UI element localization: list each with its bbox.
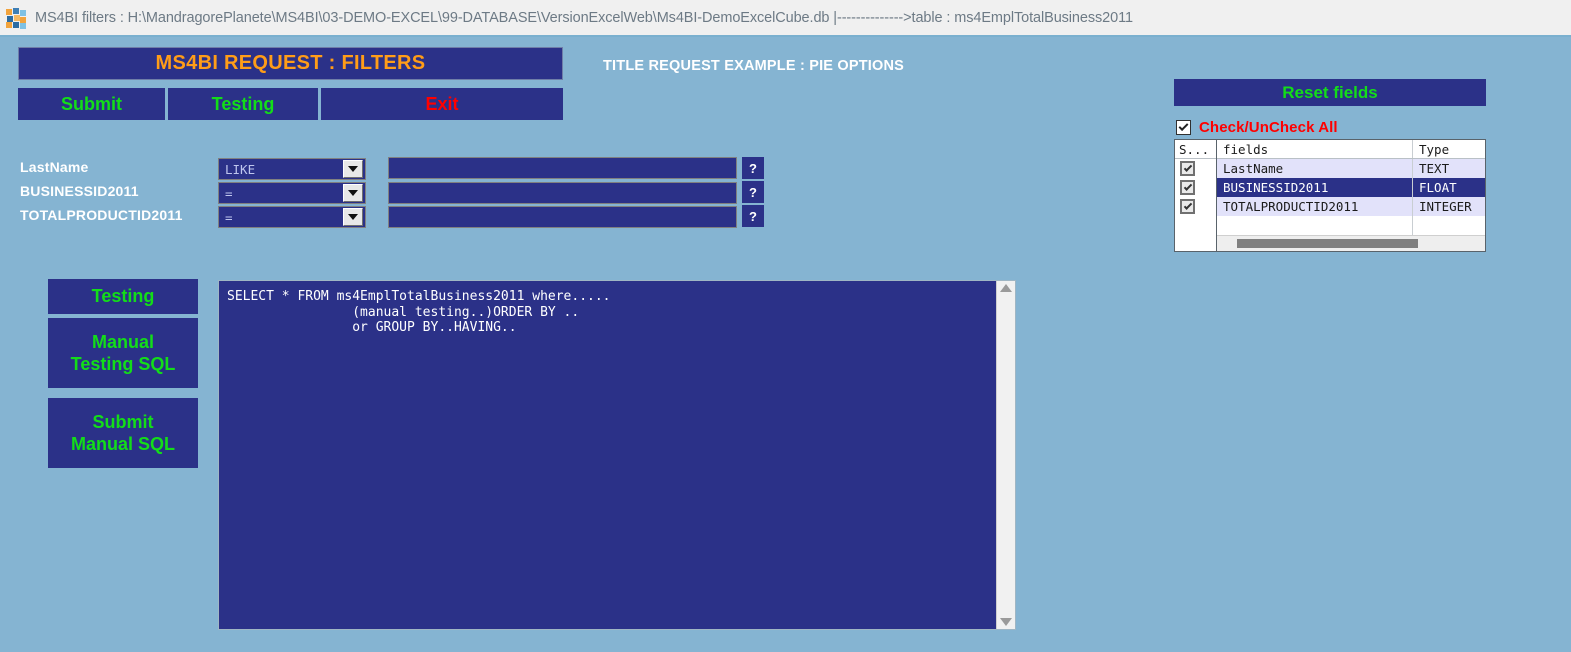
field-type-cell-empty: [1413, 216, 1485, 235]
app-mosaic-icon: [6, 7, 26, 29]
field-name-cell: LastName: [1217, 159, 1413, 178]
table-row-empty: [1217, 216, 1485, 235]
side-button-line1: Submit: [92, 411, 154, 432]
testing-button[interactable]: Testing: [168, 88, 321, 120]
filter-label-totalproductid2011: TOTALPRODUCTID2011: [20, 207, 183, 223]
filter-label-businessid2011: BUSINESSID2011: [20, 183, 139, 199]
field-type-cell: INTEGER: [1419, 199, 1472, 214]
field-name-cell-empty: [1217, 216, 1413, 235]
chevron-down-icon[interactable]: [343, 160, 363, 178]
page-title-banner: MS4BI REQUEST : FILTERS: [18, 47, 563, 80]
fields-grid-header-row: fields Type: [1217, 140, 1485, 159]
scrollbar-thumb[interactable]: [1237, 239, 1419, 248]
chevron-down-icon[interactable]: [343, 208, 363, 226]
sql-textarea[interactable]: SELECT * FROM ms4EmplTotalBusiness2011 w…: [219, 281, 996, 629]
operator-select-businessid2011[interactable]: =: [218, 182, 366, 204]
top-button-row: Submit Testing Exit: [18, 88, 563, 120]
field-name-cell: TOTALPRODUCTID2011: [1217, 197, 1413, 216]
operator-select-lastname[interactable]: LIKE: [218, 158, 366, 180]
row-checkbox[interactable]: [1180, 161, 1195, 176]
row-checkbox[interactable]: [1180, 180, 1195, 195]
fields-grid-select-column: S...: [1175, 140, 1217, 251]
side-button-line2: Manual SQL: [70, 434, 175, 454]
exit-button[interactable]: Exit: [321, 88, 563, 120]
fields-grid-horizontal-scrollbar[interactable]: [1217, 235, 1485, 251]
testing-side-button[interactable]: Testing: [48, 279, 198, 314]
help-button-lastname[interactable]: ?: [742, 157, 764, 179]
submit-manual-sql-button[interactable]: Submit Manual SQL: [48, 398, 198, 468]
table-row[interactable]: TOTALPRODUCTID2011 INTEGER: [1217, 197, 1485, 216]
request-title-label: TITLE REQUEST EXAMPLE : PIE OPTIONS: [603, 58, 905, 74]
check-uncheck-all-label: Check/UnCheck All: [1199, 119, 1338, 136]
help-button-businessid2011[interactable]: ?: [742, 181, 764, 203]
scroll-up-icon[interactable]: [1000, 284, 1012, 292]
fields-grid-row-checkbox-cell[interactable]: [1175, 159, 1216, 178]
fields-grid-row-checkbox-cell[interactable]: [1175, 178, 1216, 197]
window-title-bar: MS4BI filters : H:\MandragorePlanete\MS4…: [0, 0, 1571, 37]
filter-label-lastname: LastName: [20, 159, 89, 175]
field-type-cell: FLOAT: [1419, 180, 1457, 195]
operator-select-value: LIKE: [225, 161, 256, 177]
chevron-down-icon[interactable]: [343, 184, 363, 202]
fields-grid: S... fields Type LastName TEXT BUSINESSI…: [1174, 139, 1486, 252]
fields-grid-body: fields Type LastName TEXT BUSINESSID2011…: [1217, 140, 1485, 251]
fields-grid-row-checkbox-cell[interactable]: [1175, 197, 1216, 216]
side-button-line1: Testing: [91, 286, 155, 307]
filter-value-input-totalproductid2011[interactable]: [388, 206, 737, 228]
fields-grid-field-header: fields: [1217, 140, 1413, 158]
submit-button[interactable]: Submit: [18, 88, 168, 120]
sql-editor-panel: SELECT * FROM ms4EmplTotalBusiness2011 w…: [218, 280, 1016, 630]
field-name-cell: BUSINESSID2011: [1217, 178, 1413, 197]
reset-fields-button[interactable]: Reset fields: [1174, 79, 1486, 106]
operator-select-value: =: [225, 185, 233, 201]
table-row[interactable]: BUSINESSID2011 FLOAT: [1217, 178, 1485, 197]
filter-value-input-lastname[interactable]: [388, 157, 737, 179]
field-type-cell: TEXT: [1419, 161, 1450, 176]
filter-value-input-businessid2011[interactable]: [388, 182, 737, 204]
scroll-down-icon[interactable]: [1000, 618, 1012, 626]
side-button-line2: Testing SQL: [70, 354, 176, 374]
check-uncheck-all-row[interactable]: Check/UnCheck All: [1176, 119, 1338, 136]
operator-select-totalproductid2011[interactable]: =: [218, 206, 366, 228]
check-uncheck-all-checkbox[interactable]: [1176, 120, 1191, 135]
table-row[interactable]: LastName TEXT: [1217, 159, 1485, 178]
row-checkbox[interactable]: [1180, 199, 1195, 214]
manual-testing-sql-button[interactable]: Manual Testing SQL: [48, 318, 198, 388]
fields-grid-type-header: Type: [1419, 141, 1450, 157]
help-button-totalproductid2011[interactable]: ?: [742, 205, 764, 227]
operator-select-value: =: [225, 209, 233, 225]
side-button-line1: Manual: [91, 331, 154, 352]
sql-vertical-scrollbar[interactable]: [996, 281, 1015, 629]
fields-grid-select-header: S...: [1175, 140, 1216, 159]
window-title-text: MS4BI filters : H:\MandragorePlanete\MS4…: [35, 9, 1133, 26]
